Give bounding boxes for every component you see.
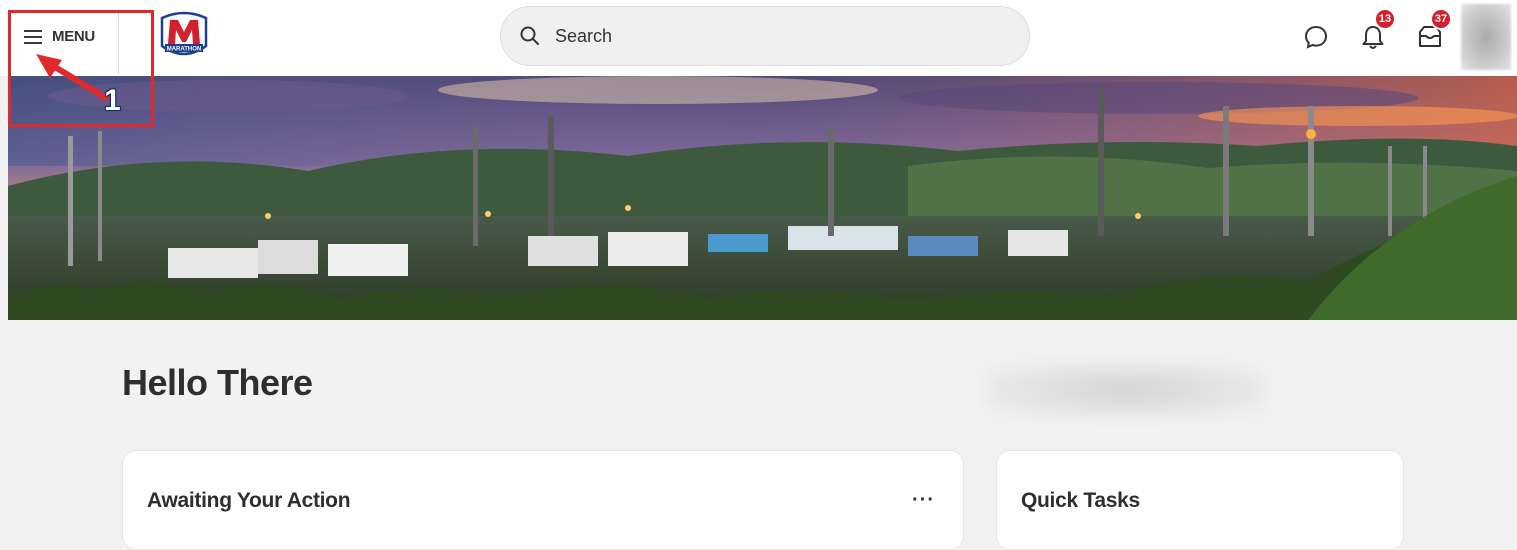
chat-bubble-icon[interactable]	[1303, 24, 1329, 50]
inbox-badge: 37	[1430, 8, 1452, 30]
card-title: Awaiting Your Action	[147, 489, 351, 512]
hamburger-icon	[24, 30, 42, 44]
refinery-banner-image	[8, 76, 1517, 320]
menu-divider	[118, 10, 119, 74]
more-options-button[interactable]: ···	[912, 489, 935, 512]
notifications-badge: 13	[1374, 8, 1396, 30]
menu-label: MENU	[52, 28, 95, 45]
annotation-step-number: 1	[104, 84, 121, 117]
search-input[interactable]: Search	[500, 6, 1030, 66]
search-placeholder: Search	[555, 25, 613, 46]
quick-tasks-card: Quick Tasks	[996, 450, 1404, 550]
avatar[interactable]	[1461, 4, 1511, 70]
svg-text:MARATHON: MARATHON	[167, 47, 202, 53]
search-icon	[520, 26, 539, 45]
redacted-text	[986, 362, 1266, 418]
awaiting-action-card: Awaiting Your Action ···	[122, 450, 964, 550]
marathon-logo[interactable]: MARATHON	[156, 10, 212, 62]
top-bar: MENU MARATHON Search 13 37	[0, 0, 1517, 76]
page-greeting: Hello There	[122, 362, 313, 403]
card-title: Quick Tasks	[1021, 489, 1140, 512]
